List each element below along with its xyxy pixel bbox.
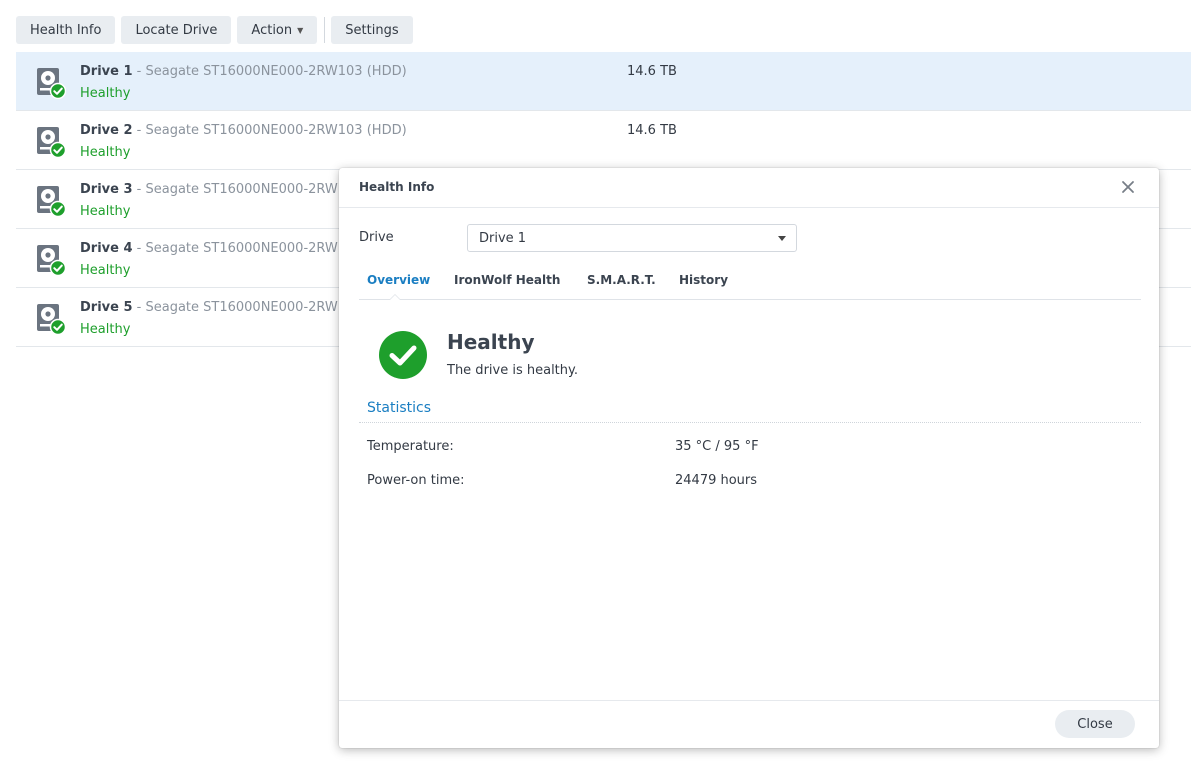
statistics-divider bbox=[359, 422, 1141, 423]
dialog-header: Health Info bbox=[339, 168, 1159, 208]
drive-field-label: Drive bbox=[359, 230, 394, 245]
temperature-label: Temperature: bbox=[367, 439, 454, 454]
drive-model: - Seagate ST16000NE000-2RW103 (HDD) bbox=[132, 123, 407, 138]
health-info-button[interactable]: Health Info bbox=[16, 16, 116, 44]
drive-name: Drive 1 - Seagate ST16000NE000-2RW103 (H… bbox=[80, 64, 407, 79]
tab-history[interactable]: History bbox=[679, 273, 728, 287]
drive-status: Healthy bbox=[80, 145, 131, 160]
tab-ironwolf-health[interactable]: IronWolf Health bbox=[454, 273, 560, 287]
drive-model: - Seagate ST16000NE000-2RW bbox=[132, 241, 338, 256]
drive-name: Drive 4 - Seagate ST16000NE000-2RW bbox=[80, 241, 338, 256]
drive-label: Drive 4 bbox=[80, 241, 133, 256]
settings-label: Settings bbox=[345, 22, 399, 38]
drive-size: 14.6 TB bbox=[627, 64, 677, 79]
tab-bar: Overview IronWolf Health S.M.A.R.T. Hist… bbox=[359, 266, 1141, 300]
action-label: Action bbox=[251, 22, 293, 38]
dialog-footer: Close bbox=[339, 700, 1159, 748]
temperature-value: 35 °C / 95 °F bbox=[675, 439, 759, 454]
active-tab-indicator bbox=[389, 294, 401, 300]
hard-drive-healthy-icon bbox=[37, 127, 66, 158]
drive-name: Drive 5 - Seagate ST16000NE000-2RW bbox=[80, 300, 338, 315]
hard-drive-healthy-icon bbox=[37, 304, 66, 335]
locate-drive-button[interactable]: Locate Drive bbox=[121, 16, 232, 44]
drive-status: Healthy bbox=[80, 322, 131, 337]
tab-smart[interactable]: S.M.A.R.T. bbox=[587, 273, 656, 287]
settings-button[interactable]: Settings bbox=[331, 16, 413, 44]
hard-drive-healthy-icon bbox=[37, 186, 66, 217]
caret-down-icon: ▼ bbox=[297, 25, 304, 35]
drive-row-1[interactable]: Drive 1 - Seagate ST16000NE000-2RW103 (H… bbox=[16, 52, 1191, 111]
dialog-title: Health Info bbox=[359, 180, 435, 194]
health-info-label: Health Info bbox=[30, 22, 102, 38]
drive-row-2[interactable]: Drive 2 - Seagate ST16000NE000-2RW103 (H… bbox=[16, 111, 1191, 170]
check-circle-icon bbox=[379, 331, 427, 379]
drive-name: Drive 2 - Seagate ST16000NE000-2RW103 (H… bbox=[80, 123, 407, 138]
power-on-time-value: 24479 hours bbox=[675, 473, 758, 488]
action-dropdown-button[interactable]: Action ▼ bbox=[237, 16, 318, 44]
drive-select[interactable]: Drive 1 bbox=[467, 224, 797, 252]
hard-drive-healthy-icon bbox=[37, 245, 66, 276]
toolbar-divider bbox=[324, 17, 326, 43]
drive-name: Drive 3 - Seagate ST16000NE000-2RW bbox=[80, 182, 338, 197]
drive-status: Healthy bbox=[80, 86, 131, 101]
locate-drive-label: Locate Drive bbox=[135, 22, 218, 38]
drive-label: Drive 1 bbox=[80, 64, 133, 79]
drive-model: - Seagate ST16000NE000-2RW bbox=[132, 182, 338, 197]
drive-status: Healthy bbox=[80, 204, 131, 219]
power-on-time-label: Power-on time: bbox=[367, 473, 465, 488]
chevron-down-icon bbox=[778, 236, 786, 241]
health-status-title: Healthy bbox=[447, 330, 535, 354]
drive-label: Drive 2 bbox=[80, 123, 133, 138]
drive-label: Drive 5 bbox=[80, 300, 133, 315]
health-info-dialog: Health Info Drive Drive 1 Overview IronW… bbox=[339, 168, 1159, 748]
statistics-heading: Statistics bbox=[367, 400, 431, 416]
drive-status: Healthy bbox=[80, 263, 131, 278]
drive-size: 14.6 TB bbox=[627, 123, 677, 138]
drive-select-value: Drive 1 bbox=[479, 231, 527, 246]
drive-model: - Seagate ST16000NE000-2RW103 (HDD) bbox=[132, 64, 407, 79]
drive-model: - Seagate ST16000NE000-2RW bbox=[132, 300, 338, 315]
tab-overview[interactable]: Overview bbox=[367, 273, 430, 287]
drive-label: Drive 3 bbox=[80, 182, 133, 197]
close-icon[interactable] bbox=[1119, 178, 1137, 196]
close-button[interactable]: Close bbox=[1055, 710, 1135, 738]
toolbar: Health Info Locate Drive Action ▼ Setting… bbox=[16, 16, 419, 44]
hard-drive-healthy-icon bbox=[37, 68, 66, 99]
health-status-description: The drive is healthy. bbox=[447, 363, 578, 378]
